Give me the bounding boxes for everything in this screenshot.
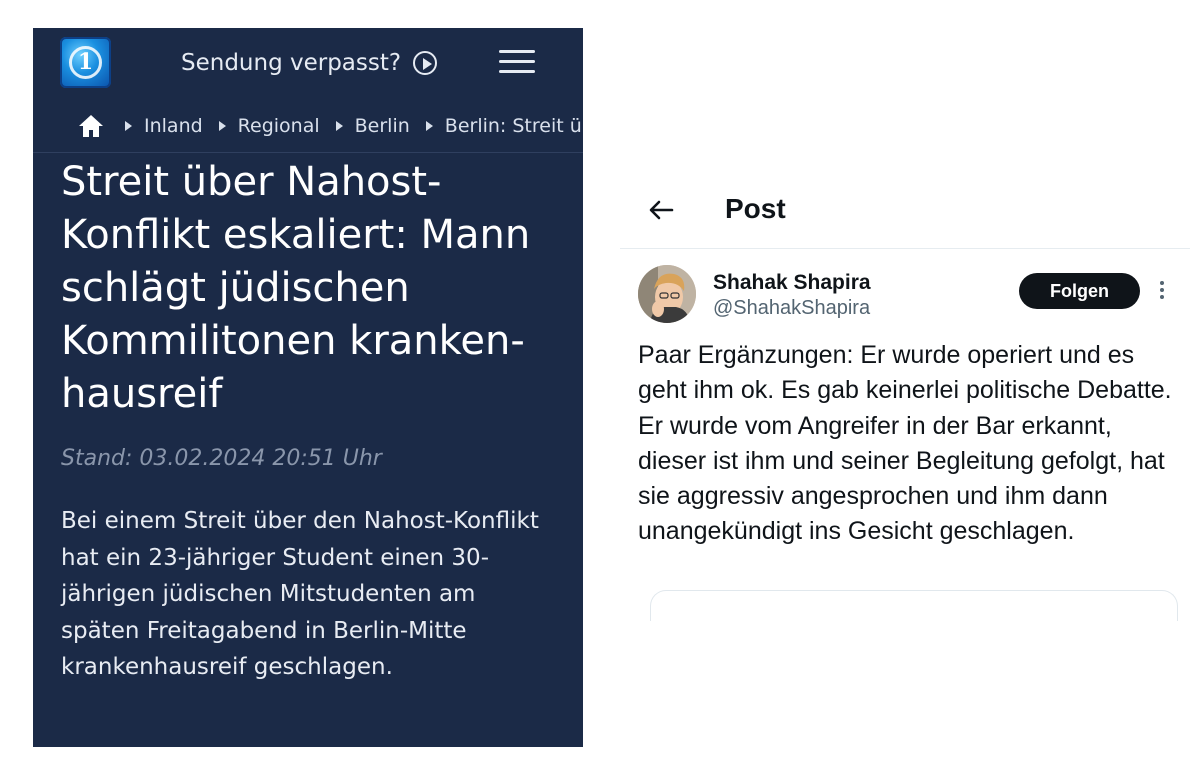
breadcrumb-item-current[interactable]: Berlin: Streit ü (445, 115, 582, 137)
play-circle-icon (413, 51, 438, 75)
more-vertical-icon[interactable] (1158, 279, 1166, 301)
author-name[interactable]: Shahak Shapira (713, 271, 871, 295)
page-title: Post (725, 193, 786, 224)
chevron-right-icon (218, 121, 226, 131)
avatar[interactable] (638, 265, 696, 323)
breadcrumb-item-inland[interactable]: Inland (144, 115, 203, 137)
breadcrumb-item-regional[interactable]: Regional (238, 115, 320, 137)
logo-one-glyph: 1 (77, 49, 94, 75)
menu-bar (499, 50, 535, 53)
article-lead: Bei einem Streit über den Nahost-Konflik… (61, 508, 539, 680)
tagesschau-header: 1 Sendung verpasst? (33, 28, 583, 98)
article-date: Stand: 03.02.2024 20:51 Uhr (61, 446, 382, 471)
chevron-right-icon (425, 121, 433, 131)
breadcrumb-item-berlin[interactable]: Berlin (355, 115, 410, 137)
menu-bar (499, 70, 535, 73)
tagesschau-logo-icon[interactable]: 1 (60, 37, 111, 88)
post-text: Paar Ergänzungen: Er wurde operiert und … (638, 341, 1172, 546)
home-icon[interactable] (77, 112, 105, 140)
missed-show-link[interactable]: Sendung verpasst? (181, 46, 438, 80)
dot (1160, 288, 1164, 292)
breadcrumb: Inland Regional Berlin Berlin: Streit ü (77, 108, 583, 144)
hamburger-menu-icon[interactable] (499, 49, 535, 75)
profile-photo (638, 265, 696, 323)
dot (1160, 295, 1164, 299)
tagesschau-article-panel: 1 Sendung verpasst? Inland Regional Berl… (33, 28, 583, 747)
header-divider (620, 248, 1190, 249)
author-handle[interactable]: @ShahakShapira (713, 297, 870, 320)
header-divider (33, 152, 583, 153)
menu-bar (499, 60, 535, 63)
follow-button[interactable]: Folgen (1019, 273, 1140, 309)
article-title: Streit über Nahost-Konflikt eskaliert: M… (61, 159, 531, 417)
link-card-edge[interactable] (650, 590, 1178, 621)
missed-show-label: Sendung verpasst? (181, 50, 402, 76)
x-post-panel: Post Shahak Shapira @ShahakShapira Folge… (620, 175, 1190, 621)
chevron-right-icon (335, 121, 343, 131)
arrow-left-icon[interactable] (646, 195, 676, 225)
dot (1160, 281, 1164, 285)
chevron-right-icon (125, 121, 132, 131)
